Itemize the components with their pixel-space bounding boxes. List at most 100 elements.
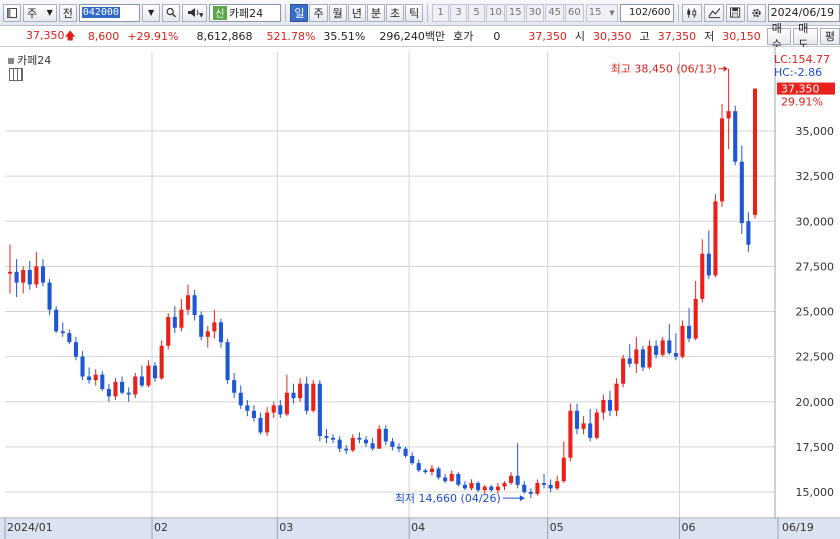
- count-value: 102: [628, 7, 649, 18]
- interval-30[interactable]: 30: [525, 3, 545, 22]
- current-price-value: 37,350: [26, 28, 65, 42]
- candle-body: [199, 315, 204, 337]
- interval-1[interactable]: 1: [432, 3, 450, 22]
- candle-body: [522, 484, 527, 492]
- interval-10[interactable]: 10: [486, 3, 505, 22]
- candle-body: [502, 482, 507, 487]
- candle-body: [594, 412, 599, 438]
- candle-body: [291, 392, 296, 399]
- quote-price: 37,350: [528, 29, 567, 43]
- candle-body: [67, 333, 72, 343]
- new-badge: 신: [212, 5, 227, 20]
- tab-year[interactable]: 년: [347, 3, 366, 22]
- code-dropdown[interactable]: ▼: [142, 3, 161, 22]
- search-icon[interactable]: [162, 3, 181, 22]
- divider: [427, 3, 429, 22]
- candle-body: [581, 423, 586, 429]
- dropdown-arrow-icon: ▼: [46, 8, 53, 17]
- interval-15[interactable]: 15: [505, 3, 525, 22]
- candle-body: [436, 468, 441, 478]
- candle-body: [410, 455, 415, 464]
- x-tick-label: 03: [279, 521, 293, 534]
- buy-button[interactable]: 매수: [766, 22, 792, 51]
- candle-body: [509, 475, 514, 483]
- interval-45[interactable]: 45: [545, 3, 565, 22]
- candle-body: [192, 295, 197, 316]
- candle-body: [396, 446, 402, 449]
- candle-body: [278, 405, 283, 415]
- x-tick-label: 05: [550, 521, 564, 534]
- candle-body: [495, 486, 500, 491]
- candle-body: [40, 266, 46, 283]
- window-icon[interactable]: [3, 3, 21, 22]
- candle-body: [693, 298, 698, 339]
- candle-icon[interactable]: [682, 3, 702, 22]
- sell-button[interactable]: 매도: [793, 22, 818, 51]
- interval-5[interactable]: 5: [468, 3, 486, 22]
- save-icon[interactable]: [726, 3, 745, 22]
- turnover-rate: 35.51%: [323, 29, 366, 43]
- interval-3[interactable]: 3: [450, 3, 468, 22]
- candle-body: [377, 428, 382, 449]
- tab-minute[interactable]: 분: [366, 3, 385, 22]
- price-change: 8,600: [87, 29, 120, 43]
- gear-icon[interactable]: [746, 3, 766, 22]
- candle-body: [179, 309, 184, 328]
- volume-ratio: 521.78%: [266, 29, 316, 43]
- chart-window: 주 ▼ 전 042000 ▼ ▼ 신 카페24 일 주 월 년 분 초 틱 1 …: [0, 0, 840, 539]
- code-input[interactable]: 042000: [78, 3, 141, 22]
- candle-body: [574, 410, 580, 429]
- market-select[interactable]: 주 ▼: [23, 3, 57, 22]
- candle-body: [153, 365, 158, 379]
- count-field[interactable]: 102/600: [619, 3, 674, 22]
- tab-week[interactable]: 주: [309, 3, 328, 22]
- candle-body: [265, 412, 270, 433]
- high-annotation: 최고 38,450 (06/13): [611, 63, 717, 76]
- date-field[interactable]: 2024/06/19: [767, 3, 840, 22]
- candle-body: [673, 353, 678, 357]
- current-price: 37,350🡅: [0, 27, 80, 46]
- date-value: 2024/06/19: [770, 6, 835, 19]
- toolbar: 주 ▼ 전 042000 ▼ ▼ 신 카페24 일 주 월 년 분 초 틱 1 …: [0, 0, 840, 26]
- candle-body: [660, 340, 665, 355]
- all-button[interactable]: 전: [58, 3, 77, 22]
- y-tick-label: 17,500: [796, 441, 835, 454]
- candle-body: [258, 417, 263, 433]
- candle-body: [746, 221, 751, 245]
- divider: [677, 3, 679, 22]
- candle-body: [726, 111, 731, 119]
- interval-60[interactable]: 60: [565, 3, 584, 22]
- candle-body: [733, 111, 738, 162]
- candle-body: [14, 271, 19, 283]
- tab-second[interactable]: 초: [385, 3, 405, 22]
- stock-name-field[interactable]: 신 카페24: [208, 3, 282, 22]
- candle-body: [640, 349, 645, 368]
- last-price-label: 37,350: [781, 83, 820, 96]
- legend-marker: [8, 58, 14, 64]
- chart-tools-icon[interactable]: [703, 3, 725, 22]
- candle-body: [654, 345, 659, 355]
- candle-body: [390, 441, 395, 447]
- candle-body: [166, 316, 171, 346]
- candle-body: [588, 423, 593, 438]
- speaker-icon[interactable]: ▼: [182, 3, 207, 22]
- tab-month[interactable]: 월: [328, 3, 347, 22]
- tab-tick[interactable]: 틱: [405, 3, 424, 22]
- candle-body: [403, 448, 408, 456]
- up-arrow-icon: 🡅: [64, 28, 76, 42]
- candlestick-chart[interactable]: 15,000 17,500 20,000 22,500 25,000 27,500 30,0…: [0, 47, 840, 539]
- eval-button[interactable]: 평: [819, 27, 840, 45]
- candle-body: [317, 383, 322, 437]
- legend-stock-name: 카페24: [17, 54, 52, 67]
- lc-label: LC:154.77: [774, 53, 830, 66]
- tab-day[interactable]: 일: [290, 3, 309, 22]
- stock-name: 카페24: [228, 6, 264, 20]
- candle-body: [238, 392, 243, 406]
- interval-select[interactable]: 15 ▼: [585, 3, 618, 22]
- calculator-icon[interactable]: [9, 68, 23, 81]
- y-tick-label: 27,500: [796, 260, 835, 273]
- candle-body: [337, 439, 342, 449]
- candle-body: [60, 331, 65, 334]
- candle-body: [607, 399, 612, 411]
- candle-body: [449, 473, 454, 482]
